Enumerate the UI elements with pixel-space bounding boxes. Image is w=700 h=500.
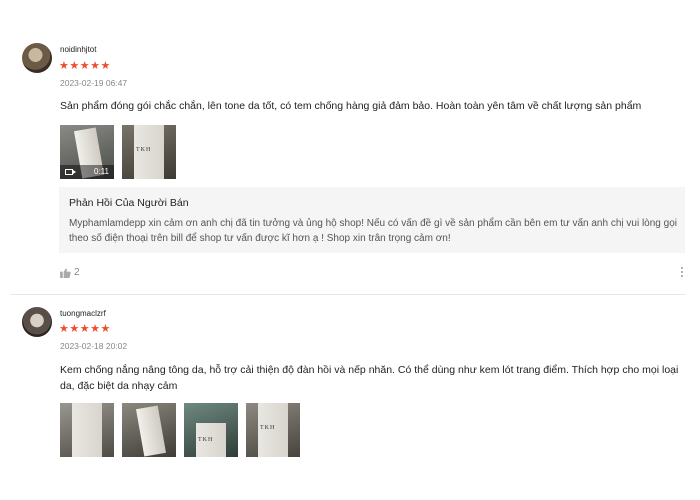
- rating-stars: ★★★★★: [59, 60, 111, 72]
- seller-reply-title: Phản Hồi Của Người Bán: [69, 197, 189, 209]
- review-photo-thumbnail[interactable]: [122, 403, 176, 457]
- review-datetime: 2023-02-19 06:47: [60, 78, 128, 88]
- product-reviews: noidinhjtot ★★★★★ 2023-02-19 06:47 Sản p…: [0, 0, 700, 500]
- review-photo-thumbnail[interactable]: TKH: [246, 403, 300, 457]
- video-duration: 0:11: [94, 167, 109, 176]
- review-photo-thumbnail[interactable]: [60, 403, 114, 457]
- like-button[interactable]: 2: [60, 267, 120, 281]
- product-brand-mark: TKH: [260, 425, 276, 431]
- review-datetime: 2023-02-18 20:02: [60, 341, 128, 351]
- thumbs-up-icon: [60, 268, 71, 278]
- video-camera-icon: [65, 169, 76, 175]
- product-brand-mark: TKH: [198, 437, 214, 443]
- more-options-icon[interactable]: [679, 267, 685, 281]
- review-comment: Kem chống nắng nâng tông da, hỗ trợ cải …: [60, 364, 679, 392]
- like-count: 2: [74, 267, 80, 278]
- product-brand-mark: TKH: [136, 147, 152, 153]
- review-username[interactable]: noidinhjtot: [60, 45, 96, 54]
- video-overlay: 0:11: [60, 165, 114, 179]
- seller-reply: Phản Hồi Của Người Bán Myphamlamdepp xin…: [59, 187, 685, 253]
- avatar[interactable]: [22, 307, 52, 337]
- review-video-thumbnail[interactable]: 0:11: [60, 125, 114, 179]
- review-username[interactable]: tuongmaclzrf: [60, 309, 106, 318]
- review-photo-thumbnail[interactable]: TKH: [122, 125, 176, 179]
- review-photo-thumbnail[interactable]: TKH: [184, 403, 238, 457]
- review-comment: Sản phẩm đóng gói chắc chắn, lên tone da…: [60, 100, 642, 112]
- seller-reply-text: Myphamlamdepp xin cảm ơn anh chị đã tin …: [69, 218, 677, 244]
- rating-stars: ★★★★★: [59, 323, 111, 335]
- avatar[interactable]: [22, 43, 52, 73]
